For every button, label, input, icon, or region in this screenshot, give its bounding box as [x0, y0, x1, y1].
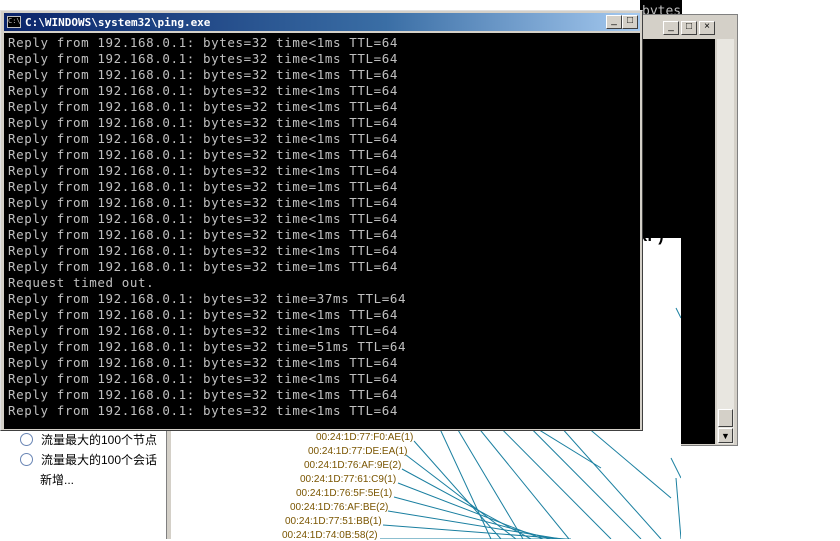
console-line: Reply from 192.168.0.1: bytes=32 time<1m…	[8, 211, 399, 226]
close-icon[interactable]: ×	[699, 21, 715, 35]
console-line: Reply from 192.168.0.1: bytes=32 time<1m…	[8, 147, 399, 162]
console-line: Reply from 192.168.0.1: bytes=32 time<1m…	[8, 307, 399, 322]
maximize-icon[interactable]: □	[622, 15, 638, 29]
window-title: C:\WINDOWS\system32\ping.exe	[25, 15, 211, 29]
option-label: 流量最大的100个节点	[41, 432, 158, 447]
bg-console-titlebar[interactable]: _ □ ×	[641, 19, 737, 37]
bg-console-scrollbar[interactable]: ▼	[717, 39, 734, 444]
console-line: Reply from 192.168.0.1: bytes=32 time=1m…	[8, 259, 399, 274]
scrollbar-thumb[interactable]	[718, 409, 733, 427]
console-line: Reply from 192.168.0.1: bytes=32 time<1m…	[8, 99, 399, 114]
graph-node-label[interactable]: 00:24:1D:77:51:BB(1)	[285, 516, 382, 527]
graph-node-label[interactable]: 00:24:1D:76:AF:BE(2)	[290, 502, 388, 513]
console-line: Reply from 192.168.0.1: bytes=32 time<1m…	[8, 83, 399, 98]
console-line: Reply from 192.168.0.1: bytes=32 time<1m…	[8, 227, 399, 242]
console-line: Reply from 192.168.0.1: bytes=32 time<1m…	[8, 403, 399, 418]
maximize-icon[interactable]: □	[681, 21, 697, 35]
view-options-panel: 流量最大的100个节点 流量最大的100个会话 新增...	[0, 420, 171, 539]
window-controls: _ □	[606, 15, 638, 29]
console-line: Reply from 192.168.0.1: bytes=32 time<1m…	[8, 323, 399, 338]
minimize-icon[interactable]: _	[606, 15, 622, 29]
console-line: Reply from 192.168.0.1: bytes=32 time=1m…	[8, 179, 399, 194]
option-label: 流量最大的100个会话	[41, 452, 158, 467]
ping-console-window[interactable]: C:\ C:\WINDOWS\system32\ping.exe _ □ Rep…	[0, 10, 643, 431]
console-line: Reply from 192.168.0.1: bytes=32 time<1m…	[8, 195, 399, 210]
console-icon[interactable]: C:\	[7, 16, 21, 28]
console-line: Reply from 192.168.0.1: bytes=32 time<1m…	[8, 243, 399, 258]
graph-node-label[interactable]: 00:24:1D:77:DE:EA(1)	[308, 446, 408, 457]
graph-edge	[675, 307, 681, 319]
scroll-down-icon[interactable]: ▼	[718, 428, 733, 443]
graph-edge	[675, 477, 681, 539]
console-line: Reply from 192.168.0.1: bytes=32 time<1m…	[8, 387, 399, 402]
radio-button-icon[interactable]	[20, 452, 33, 466]
console-line: Reply from 192.168.0.1: bytes=32 time<1m…	[8, 51, 399, 66]
graph-node-label[interactable]: 00:24:1D:76:AF:9E(2)	[304, 460, 401, 471]
graph-edge	[387, 510, 562, 539]
graph-node-label[interactable]: 00:24:1D:76:5F:5E(1)	[296, 488, 392, 499]
graph-node-label[interactable]: 00:24:1D:77:61:C9(1)	[300, 474, 396, 485]
add-option-link[interactable]: 新增...	[40, 470, 74, 488]
console-line: Reply from 192.168.0.1: bytes=32 time=37…	[8, 291, 407, 306]
graph-node-label[interactable]: 00:24:1D:77:F0:AE(1)	[316, 432, 413, 443]
panel-splitter[interactable]	[166, 420, 171, 539]
console-line: Reply from 192.168.0.1: bytes=32 time=51…	[8, 339, 407, 354]
console-output[interactable]: Reply from 192.168.0.1: bytes=32 time<1m…	[4, 33, 640, 429]
console-line: Reply from 192.168.0.1: bytes=32 time<1m…	[8, 115, 399, 130]
graph-edge	[382, 524, 567, 539]
console-line: Reply from 192.168.0.1: bytes=32 time<1m…	[8, 163, 399, 178]
graph-edge	[670, 457, 681, 479]
minimize-icon[interactable]: _	[663, 21, 679, 35]
graph-edge	[393, 496, 552, 539]
console-line: Reply from 192.168.0.1: bytes=32 time<1m…	[8, 355, 399, 370]
console-line: Reply from 192.168.0.1: bytes=32 time<1m…	[8, 67, 399, 82]
console-line: Reply from 192.168.0.1: bytes=32 time<1m…	[8, 371, 399, 386]
graph-edge	[405, 454, 517, 539]
graph-node-label[interactable]: 00:24:1D:74:0B:58(2)	[282, 530, 378, 541]
radio-button-icon[interactable]	[20, 432, 33, 446]
option-top-100-nodes[interactable]: 流量最大的100个节点	[20, 430, 157, 448]
console-line: Request timed out.	[8, 275, 155, 290]
console-lines: Reply from 192.168.0.1: bytes=32 time<1m…	[8, 35, 406, 419]
option-top-100-sessions[interactable]: 流量最大的100个会话	[20, 450, 157, 468]
console-line: Reply from 192.168.0.1: bytes=32 time<1m…	[8, 131, 399, 146]
graph-edge	[413, 440, 502, 539]
ping-console-titlebar[interactable]: C:\ C:\WINDOWS\system32\ping.exe _ □	[4, 13, 640, 31]
console-line: Reply from 192.168.0.1: bytes=32 time<1m…	[8, 35, 399, 50]
